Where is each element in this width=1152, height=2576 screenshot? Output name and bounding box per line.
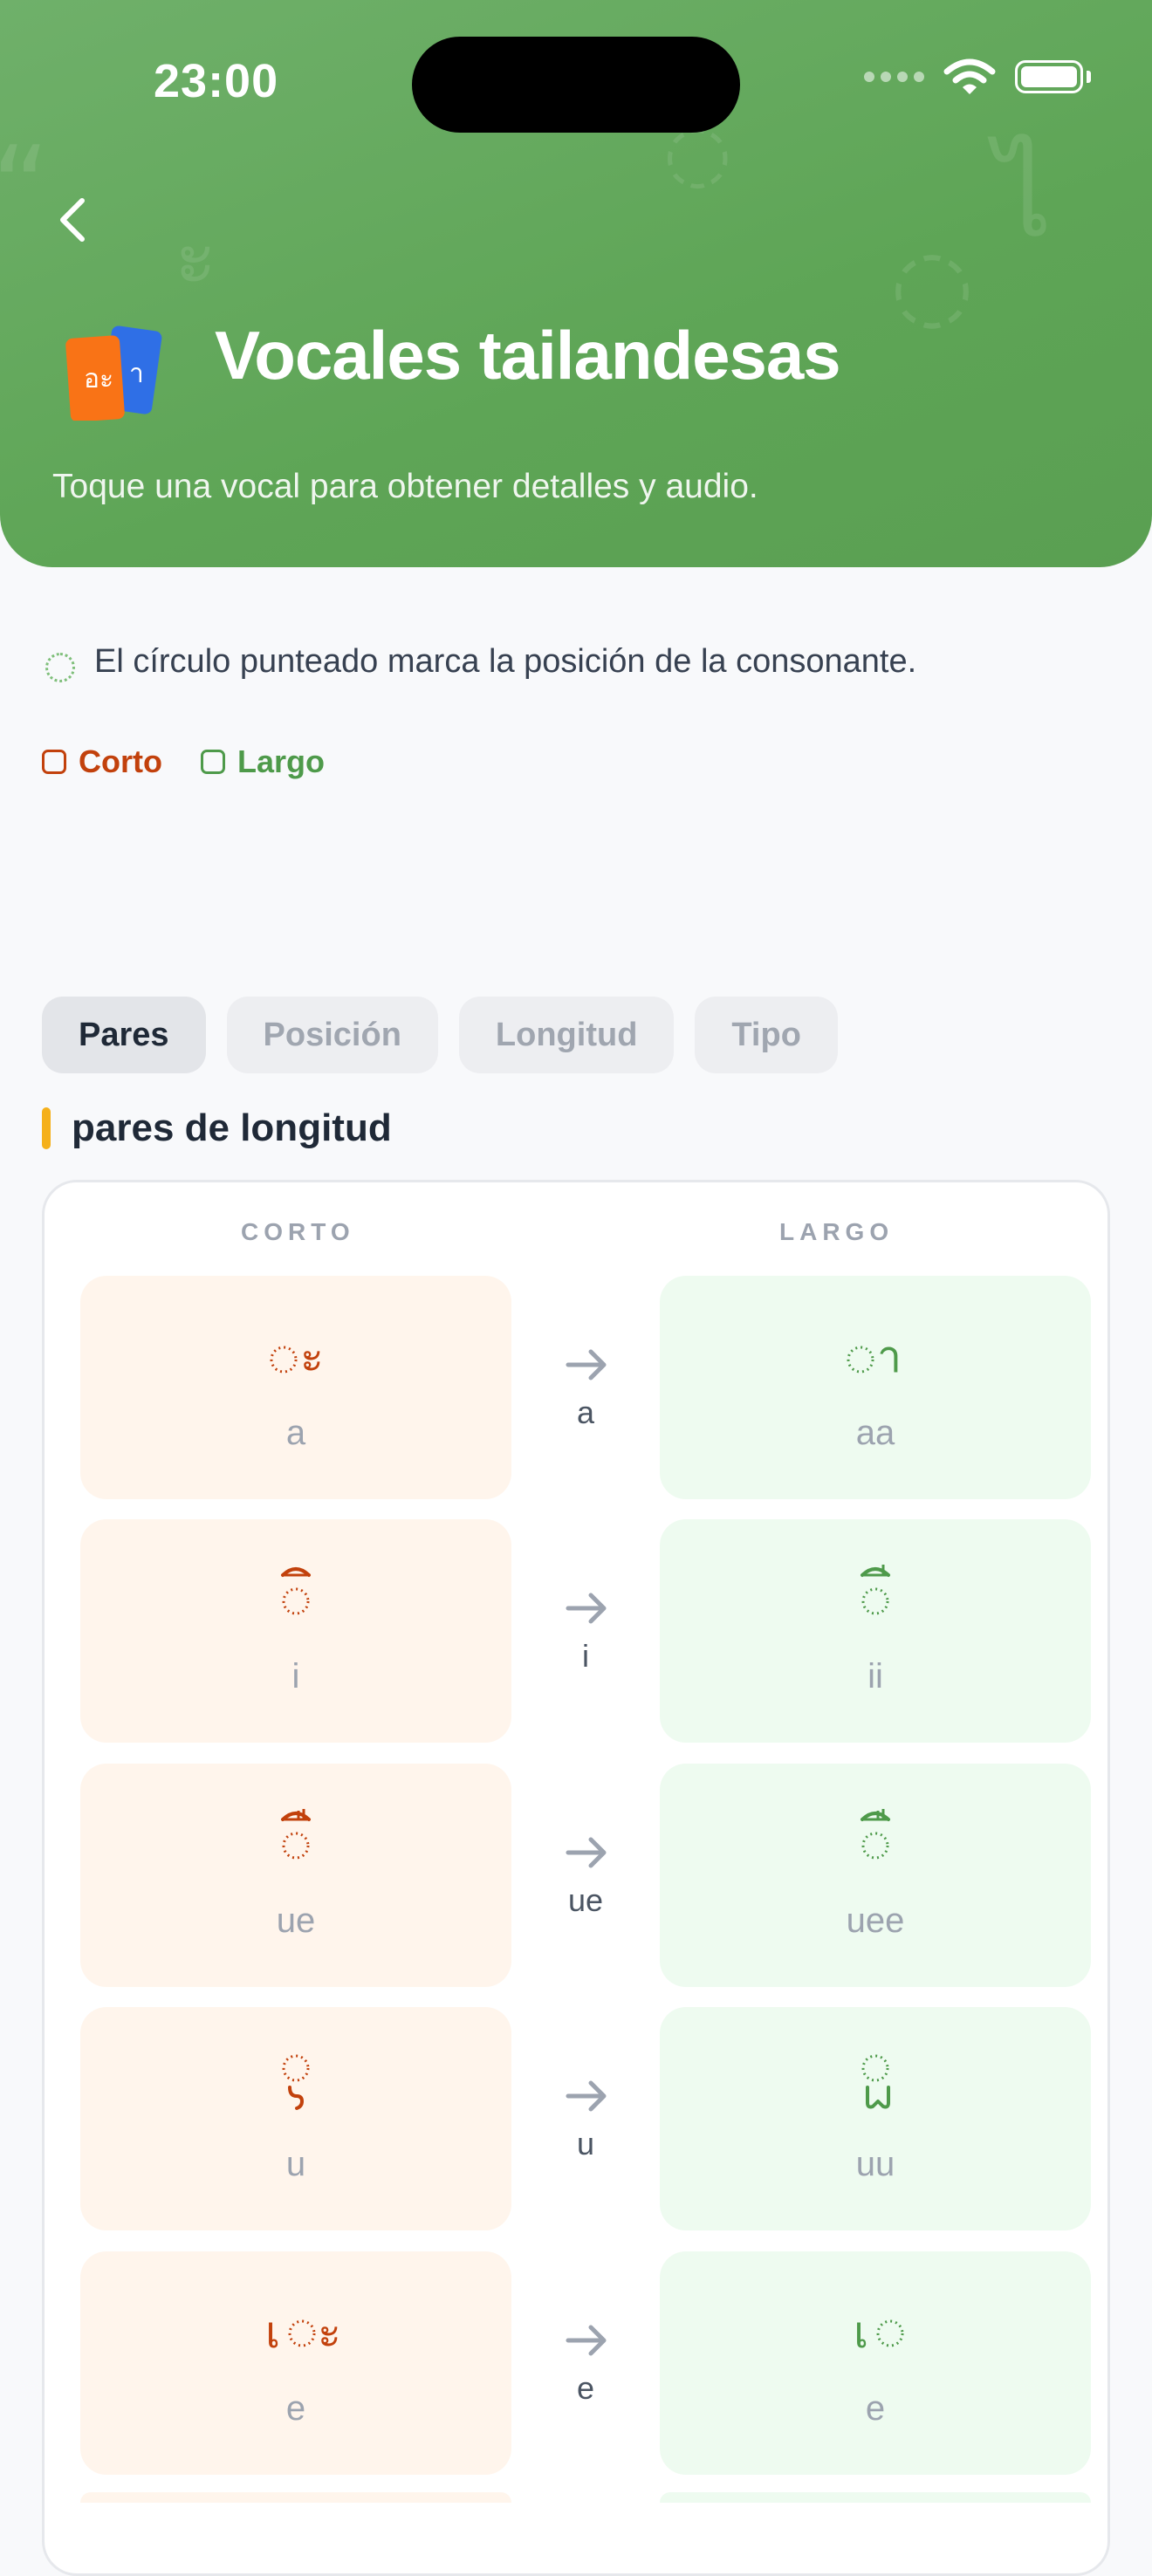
vowel-glyph-a-short: ะ [270, 1332, 324, 1382]
page-subtitle: Toque una vocal para obtener detalles y … [52, 468, 758, 505]
romanization: i [291, 1657, 300, 1696]
tab-longitud[interactable]: Longitud [458, 997, 675, 1073]
svg-text:เ: เ [265, 2307, 280, 2358]
pair-arrow: a [529, 1340, 642, 1431]
section-accent-bar [42, 1107, 51, 1149]
romanization: ii [867, 1657, 883, 1696]
romanization: e [285, 2389, 306, 2428]
long-swatch [200, 750, 225, 774]
vowel-tile-long[interactable]: ii [660, 1519, 1091, 1743]
header: “ ◌ ไ ◌ ะ 23:00 อะ า Vocales tailandesas… [0, 0, 1152, 567]
view-tabs: Pares Posición Longitud Tipo [42, 997, 838, 1073]
status-time: 23:00 [154, 55, 279, 107]
pair-sound-label: ue [567, 1882, 604, 1918]
vowel-tile-long[interactable] [660, 2492, 1091, 2503]
back-button[interactable] [49, 194, 101, 246]
arrow-right-icon [566, 1837, 607, 1868]
note-text: El círculo punteado marca la posición de… [94, 642, 917, 680]
battery-cap [1087, 71, 1091, 83]
short-swatch [42, 750, 66, 774]
decorative-glyph: “ [0, 131, 50, 244]
status-icons [864, 58, 1091, 96]
svg-text:อะ: อะ [84, 364, 113, 394]
chevron-left-icon [60, 198, 85, 242]
vowel-glyph-u-short [282, 2054, 310, 2110]
vowel-tile-long[interactable]: uu [660, 2007, 1091, 2230]
length-legend: Corto Largo [42, 743, 325, 780]
pair-sound-label: a [576, 1394, 595, 1430]
vowel-glyph-ue-short [281, 1809, 311, 1860]
svg-text:ะ: ะ [300, 1332, 324, 1382]
romanization: uu [855, 2145, 895, 2183]
pair-arrow: u [529, 2072, 642, 2162]
thai-vowel-cards-icon: อะ า [65, 325, 169, 422]
romanization: aa [855, 1414, 895, 1452]
romanization: a [285, 1414, 306, 1452]
vowel-tile-short[interactable]: ue [80, 1764, 511, 1987]
svg-text:า: า [877, 1332, 902, 1382]
vowel-glyph-uu-long [861, 2054, 890, 2109]
arrow-right-icon [566, 1349, 607, 1380]
tab-posicion[interactable]: Posición [226, 997, 438, 1073]
legend-short-label: Corto [79, 743, 162, 779]
vowel-tile-short[interactable]: i [80, 1519, 511, 1743]
pair-arrow: i [529, 1584, 642, 1675]
page-title: Vocales tailandesas [215, 317, 841, 394]
column-header-long: LARGO [779, 1218, 895, 1245]
battery-icon [1015, 60, 1083, 93]
vowel-glyph-e-long: เ [854, 2307, 904, 2358]
vowel-glyph-aa-long: า [847, 1332, 902, 1382]
romanization: u [285, 2145, 306, 2183]
vowel-tile-short[interactable] [80, 2492, 511, 2503]
arrow-right-icon [566, 2080, 607, 2112]
vowel-tile-long[interactable]: uee [660, 1764, 1091, 1987]
tab-pares[interactable]: Pares [42, 997, 206, 1073]
pair-sound-label: e [576, 2370, 595, 2406]
legend-short: Corto [42, 743, 162, 780]
arrow-right-icon [566, 1593, 607, 1624]
section-title: pares de longitud [72, 1106, 392, 1149]
section-header: pares de longitud [42, 1106, 392, 1150]
romanization: e [865, 2389, 886, 2428]
romanization: ue [276, 1901, 316, 1940]
signal-icon [864, 72, 924, 82]
legend-long: Largo [200, 743, 325, 780]
pair-arrow: ue [529, 1828, 642, 1919]
vowel-glyph-e-short: เ ะ [265, 2307, 341, 2358]
legend-long-label: Largo [237, 743, 325, 779]
svg-text:เ: เ [854, 2307, 868, 2358]
column-header-short: CORTO [241, 1218, 355, 1245]
tab-tipo[interactable]: Tipo [695, 997, 838, 1073]
pair-sound-label: i [582, 1638, 589, 1674]
vowel-tile-short[interactable]: ะ a [80, 1276, 511, 1499]
pair-sound-label: u [576, 2126, 595, 2162]
decorative-glyph: ◌ [890, 228, 974, 339]
vowel-tile-long[interactable]: า aa [660, 1276, 1091, 1499]
svg-text:ะ: ะ [318, 2307, 341, 2358]
vowel-tile-long[interactable]: เ e [660, 2251, 1091, 2475]
vowel-tile-short[interactable]: u [80, 2007, 511, 2230]
wifi-icon [943, 58, 996, 94]
vowel-glyph-uee-long [861, 1809, 890, 1860]
decorative-glyph: ไ [995, 130, 1053, 263]
dotted-circle-icon [45, 653, 75, 682]
arrow-right-icon [566, 2325, 607, 2356]
vowel-glyph-ii-long [861, 1565, 890, 1615]
decorative-glyph: ะ [175, 211, 217, 303]
vowel-glyph-i-short [281, 1567, 311, 1615]
consonant-position-note: El círculo punteado marca la posición de… [45, 641, 916, 682]
svg-text:า: า [129, 359, 144, 389]
vowel-tile-short[interactable]: เ ะ e [80, 2251, 511, 2475]
romanization: uee [846, 1901, 905, 1940]
pair-arrow: e [529, 2316, 642, 2407]
dynamic-island [412, 37, 740, 133]
